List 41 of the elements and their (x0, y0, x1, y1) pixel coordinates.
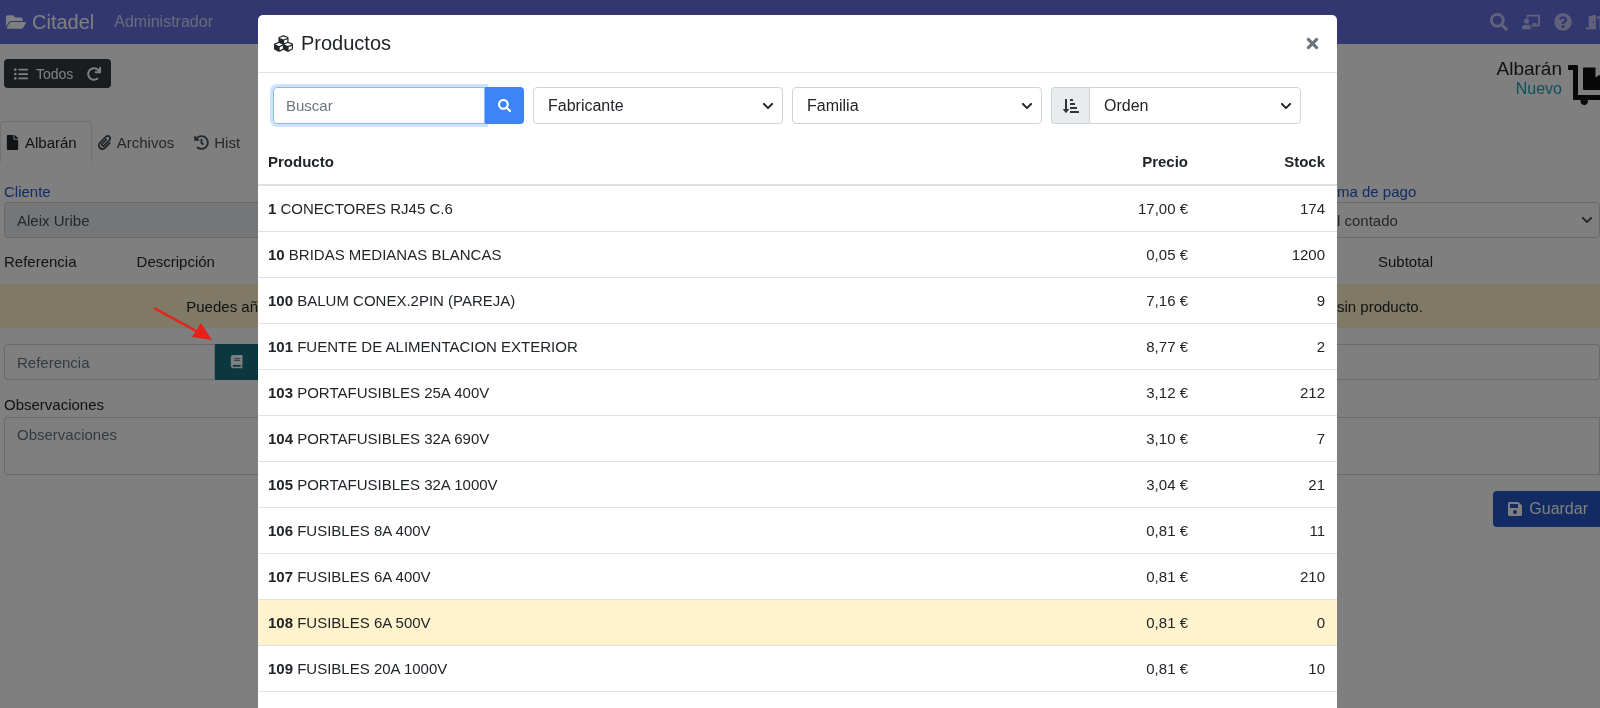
list-icon (14, 66, 28, 81)
tab[interactable]: Albarán (0, 121, 92, 162)
search-button[interactable] (485, 87, 524, 124)
column-header: Descripción (136, 252, 215, 270)
filter-select[interactable]: Fabricante (533, 87, 783, 124)
close-button[interactable] (1304, 35, 1321, 52)
dialog-title: Productos (301, 32, 392, 55)
client-label: Cliente (4, 182, 51, 200)
product-cell[interactable]: 108 FUSIBLES 6A 500V (258, 600, 1050, 646)
sort-glyph-icon (1062, 97, 1079, 114)
search-field[interactable]: Buscar (273, 87, 485, 124)
paperclip-icon (96, 134, 112, 150)
stock-cell: 0 (1200, 600, 1337, 646)
sort-select[interactable]: Orden (1089, 87, 1301, 124)
notice-text: Puedes añ (186, 297, 258, 315)
folder-icon (6, 12, 26, 32)
document-title: Albarán (1496, 58, 1562, 80)
close-icon (1304, 35, 1321, 52)
refresh-icon[interactable] (87, 66, 102, 81)
column-header: Referencia (4, 252, 77, 270)
column-header: Subtotal (1378, 252, 1434, 270)
book-icon (229, 355, 244, 369)
tab[interactable]: Archivos (91, 121, 190, 162)
document-status: Nuevo (1515, 80, 1562, 98)
line-field[interactable] (1337, 344, 1600, 380)
all-button[interactable]: Todos (4, 59, 112, 88)
chevron-icon (1581, 214, 1593, 226)
notice-text: sin producto. (1337, 297, 1423, 315)
history-icon (194, 134, 210, 150)
observations-field[interactable] (1337, 417, 1600, 475)
cubes-icon (274, 34, 293, 53)
price-cell: 0,81 € (1050, 600, 1200, 646)
search-icon (497, 98, 512, 113)
observations-label: Observaciones (4, 396, 105, 413)
filter-select[interactable]: Familia (792, 87, 1042, 124)
payment-select[interactable]: l contado (1337, 202, 1600, 238)
save-icon (1507, 501, 1524, 517)
payment-label: ma de pago (1337, 182, 1417, 200)
file-icon (5, 134, 20, 150)
catalog-button[interactable] (215, 344, 258, 380)
tab[interactable]: Hist (189, 121, 256, 162)
